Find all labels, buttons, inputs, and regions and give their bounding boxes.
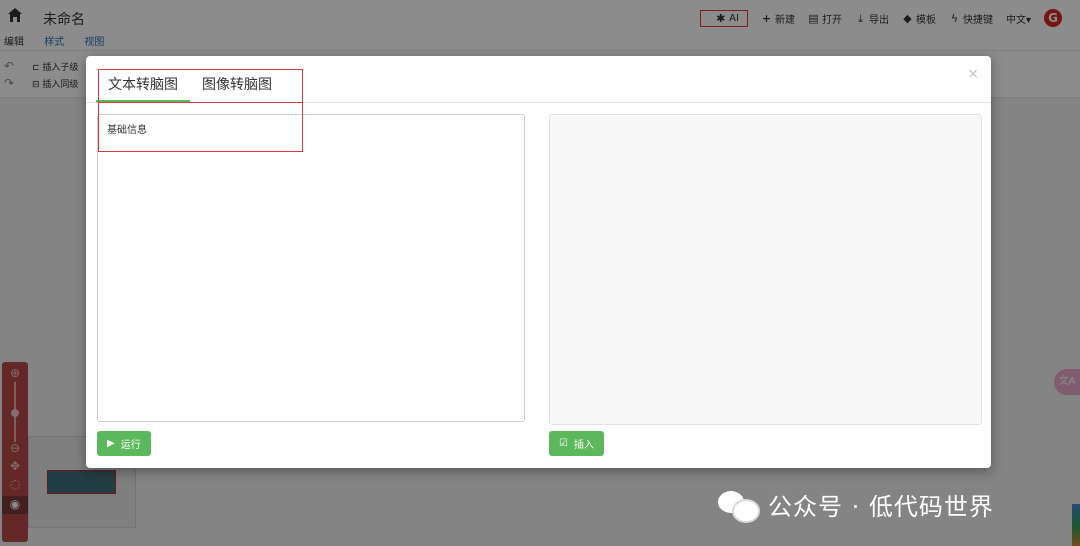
- tab-image-to-mindmap[interactable]: 图像转脑图: [190, 66, 284, 102]
- dialog-divider: [86, 102, 991, 103]
- wechat-icon: [716, 489, 760, 523]
- insert-button[interactable]: ☑ 插入: [549, 431, 604, 456]
- preview-panel: [549, 114, 982, 425]
- insert-button-label: 插入: [573, 440, 594, 451]
- prompt-input[interactable]: 基础信息: [97, 114, 525, 422]
- ai-dialog: × 文本转脑图 图像转脑图 基础信息 ▶ 运行 ☑ 插入: [86, 56, 991, 468]
- run-button-label: 运行: [120, 440, 141, 451]
- watermark: 公众号 · 低代码世界: [716, 487, 994, 523]
- edit-check-icon: ☑: [559, 438, 568, 449]
- play-icon: ▶: [107, 438, 115, 449]
- tab-text-to-mindmap[interactable]: 文本转脑图: [96, 66, 190, 102]
- watermark-text: 公众号 · 低代码世界: [768, 493, 994, 521]
- run-button[interactable]: ▶ 运行: [97, 431, 151, 456]
- close-icon[interactable]: ×: [967, 66, 979, 82]
- dialog-tabs: 文本转脑图 图像转脑图: [96, 66, 284, 102]
